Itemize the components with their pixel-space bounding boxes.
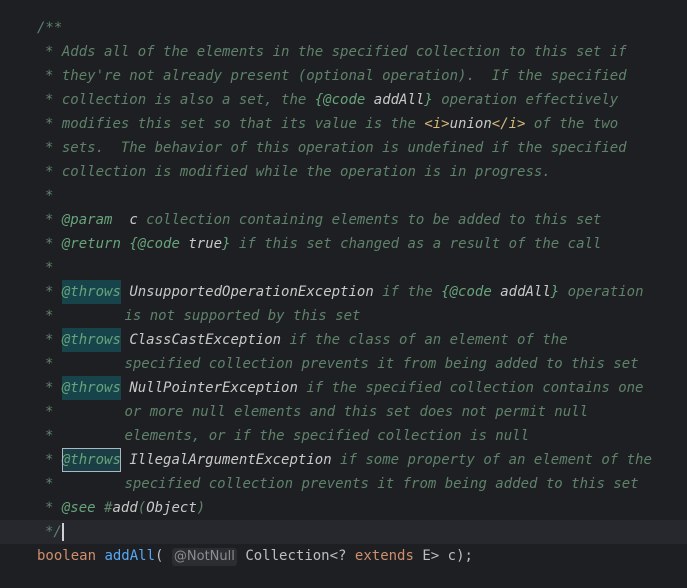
doc-line: * collection is also a set, the {@code a… [45,92,619,108]
inline-code-tag: {@code [314,92,366,108]
doc-throws-line: * @throws UnsupportedOperationException … [0,280,687,304]
doc-comment-close[interactable]: */ [0,520,687,544]
exception-name[interactable]: UnsupportedOperationException [129,284,373,300]
doc-line: * specified collection prevents it from b… [45,476,639,492]
comment-text: they're not already present (optional op… [61,68,627,84]
comment-text: collection is modified while the operati… [61,164,551,180]
throws-tag[interactable]: @throws [61,328,121,352]
text-caret [61,523,64,541]
keyword: boolean [37,548,97,564]
throws-tag[interactable]: @throws [61,280,121,304]
comment-text: /** [37,20,63,36]
type-name[interactable]: Collection [245,548,329,564]
doc-line: * is not supported by this set [45,308,361,324]
throws-tag[interactable]: @throws [61,376,121,400]
doc-return-line: * @return {@code true} if this set chang… [45,236,602,252]
doc-throws-line: * @throws NullPointerException if the sp… [0,376,687,400]
param-tag: @param [61,212,113,228]
doc-line: * they're not already present (optional … [45,68,627,84]
doc-line: * specified collection prevents it from b… [45,356,639,372]
code-editor[interactable]: /** * Adds all of the elements in the sp… [0,0,687,588]
see-link[interactable]: add [112,500,137,516]
doc-line: * Adds all of the elements in the specif… [45,44,627,60]
doc-line: * collection is modified while the opera… [45,164,551,180]
doc-throws-line: * @throws IllegalArgumentException if so… [0,448,687,472]
doc-line-empty: * [45,188,54,204]
comment-text: sets. The behavior of this operation is … [61,140,627,156]
html-tag: </i> [491,116,526,132]
return-tag: @return [61,236,121,252]
see-tag: @see [61,500,96,516]
doc-line: * modifies this set so that its value is… [45,116,619,132]
method-name[interactable]: addAll [104,548,155,564]
html-tag: <i> [424,116,450,132]
method-signature: boolean addAll( @NotNull Collection<? ex… [37,548,473,566]
exception-name[interactable]: ClassCastException [129,332,281,348]
comment-text: Adds all of the elements in the specifie… [61,44,627,60]
doc-line: * sets. The behavior of this operation i… [45,140,627,156]
doc-param-line: * @param c collection containing element… [45,212,602,228]
exception-name[interactable]: NullPointerException [129,380,298,396]
doc-see-line: * @see #add(Object) [45,500,206,516]
comment-text: */ [45,524,62,540]
comment-text: modifies this set so that its value is t… [61,116,425,132]
doc-throws-line: * @throws ClassCastException if the clas… [0,328,687,352]
keyword: extends [354,548,414,564]
exception-name[interactable]: IllegalArgumentException [129,452,331,468]
throws-tag-selected[interactable]: @throws [61,448,121,472]
doc-line: * or more null elements and this set does… [45,404,589,420]
param-name: c [129,212,138,228]
doc-comment-open: /** [0,16,687,40]
comment-text: collection is also a set, the [61,92,315,108]
inlay-annotation[interactable]: @NotNull [171,548,237,566]
doc-line: * elements, or if the specified collectio… [45,428,530,444]
inline-code-value: addAll [373,92,425,108]
doc-line-empty: * [45,260,54,276]
